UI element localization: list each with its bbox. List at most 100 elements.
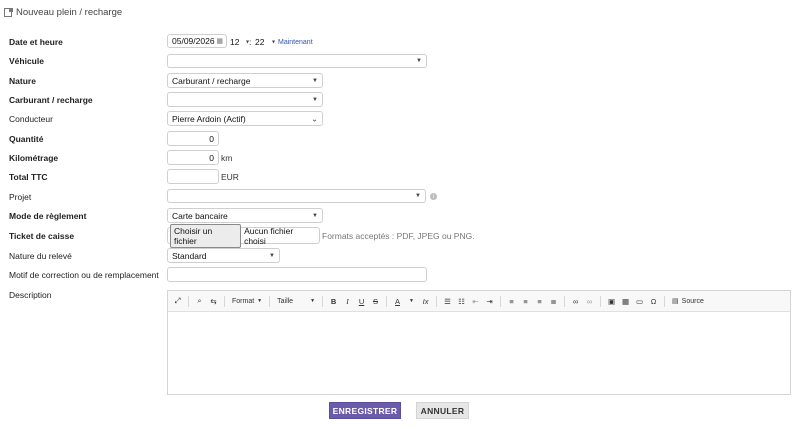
reglement-value: Carte bancaire [172,210,228,221]
total-input[interactable] [167,169,219,184]
chevron-down-icon: ▼ [312,77,318,84]
label-date: Date et heure [9,37,63,47]
conducteur-value: Pierre Ardoin (Actif) [172,113,246,124]
nature-releve-select[interactable]: Standard ▼ [167,248,280,263]
source-label: Source [681,297,704,305]
chevron-down-icon: ▾ [271,39,275,45]
label-ticket: Ticket de caisse [9,231,75,241]
size-label: Taille [277,297,294,305]
toolbar-separator [436,295,438,307]
source-button[interactable]: ▤ Source [670,295,706,307]
strike-icon[interactable]: S [370,295,381,307]
chevron-down-icon: ▼ [312,96,318,103]
save-button[interactable]: ENREGISTRER [329,402,401,419]
table-icon[interactable]: ▦ [620,295,631,307]
source-icon: ▤ [672,298,679,305]
image-icon[interactable]: ▣ [606,295,617,307]
toolbar-separator [188,295,189,307]
maximize-icon[interactable]: ⤢ [172,295,183,307]
page-header: Nouveau plein / recharge [4,6,122,18]
label-conducteur: Conducteur [9,114,53,124]
numbered-list-icon[interactable]: ☰ [442,295,453,307]
replace-icon[interactable]: ⇆ [208,295,219,307]
label-nature-releve: Nature du relevé [9,251,72,261]
justify-icon[interactable]: ≣ [548,295,559,307]
km-unit: km [221,153,233,163]
label-total: Total TTC [9,172,48,182]
projet-select[interactable]: ▼ [167,189,426,203]
toolbar-separator [664,295,666,307]
minute-value: 22 [255,36,265,47]
find-icon[interactable]: ⌕ [194,295,205,307]
nature-select[interactable]: Carburant / recharge ▼ [167,73,323,88]
label-carburant: Carburant / recharge [9,95,93,105]
editor-content[interactable] [168,312,790,396]
toolbar-separator [224,295,225,307]
date-value: 05/09/2026 [172,36,215,46]
hour-select[interactable]: 12 ▾ [228,35,249,48]
toolbar-separator [322,295,324,307]
bulleted-list-icon[interactable]: ☷ [456,295,467,307]
file-status: Aucun fichier choisi [244,225,294,246]
quantite-input[interactable]: 0 [167,131,219,146]
chevron-down-icon: ▼ [415,193,421,199]
label-description: Description [9,290,52,300]
description-editor[interactable]: ⤢ ⌕ ⇆ Format ▼ Taille ▼ B I U S A ▼ Ix ☰ ☷… [167,290,791,395]
label-motif: Motif de correction ou de remplacement [9,270,159,280]
caret-icon: ▼ [257,298,263,304]
date-input[interactable]: 05/09/2026 ▦ [167,34,227,48]
italic-icon[interactable]: I [342,295,353,307]
file-input[interactable]: Choisir un fichier Aucun fichier choisi [167,223,320,248]
page-title: Nouveau plein / recharge [16,6,123,18]
time-separator: : [249,37,252,47]
link-icon[interactable]: ∞ [570,295,581,307]
text-color-icon[interactable]: A [392,295,403,307]
nature-releve-value: Standard [172,250,207,261]
label-nature: Nature [9,76,36,86]
choose-file-button[interactable]: Choisir un fichier [170,223,242,248]
indent-icon[interactable]: ⇥ [484,295,495,307]
eur-unit: EUR [221,172,239,182]
remove-format-icon[interactable]: Ix [420,295,431,307]
toolbar-separator [564,295,566,307]
toolbar-separator [386,295,388,307]
chevron-down-icon: ▼ [269,252,275,259]
chevron-down-icon: ▼ [312,212,318,219]
minute-select[interactable]: 22 ▾ [253,35,275,48]
align-center-icon[interactable]: ≡ [520,295,531,307]
unlink-icon[interactable]: ∞ [584,295,595,307]
info-icon[interactable]: i [430,193,437,200]
vehicule-select[interactable]: ▼ [167,54,427,68]
format-label: Format [232,297,255,305]
now-link[interactable]: Maintenant [278,39,313,46]
document-icon [4,7,13,17]
bold-icon[interactable]: B [328,295,339,307]
caret-icon: ▼ [409,298,414,304]
kilometrage-input[interactable]: 0 [167,150,219,165]
format-dropdown[interactable]: Format ▼ [230,295,264,307]
label-vehicule: Véhicule [9,56,44,66]
motif-input[interactable] [167,267,427,282]
editor-toolbar: ⤢ ⌕ ⇆ Format ▼ Taille ▼ B I U S A ▼ Ix ☰ ☷… [168,291,790,312]
calendar-icon[interactable]: ▦ [216,37,223,45]
align-right-icon[interactable]: ≡ [534,295,545,307]
carburant-select[interactable]: ▼ [167,92,323,107]
label-reglement: Mode de règlement [9,211,87,221]
special-char-icon[interactable]: Ω [648,295,659,307]
chevron-down-icon: ▼ [416,58,422,64]
hour-value: 12 [230,36,240,47]
caret-icon: ▼ [310,298,316,304]
conducteur-select[interactable]: Pierre Ardoin (Actif) ⌄ [167,111,323,126]
horizontal-rule-icon[interactable]: ▭ [634,295,645,307]
cancel-button[interactable]: ANNULER [416,402,469,419]
align-left-icon[interactable]: ≡ [506,295,517,307]
chevron-down-icon: ⌄ [311,114,318,123]
toolbar-separator [500,295,502,307]
underline-icon[interactable]: U [356,295,367,307]
label-kilometrage: Kilométrage [9,153,59,163]
file-hint: Formats acceptés : PDF, JPEG ou PNG. [322,231,475,241]
outdent-icon[interactable]: ⇤ [470,295,481,307]
nature-value: Carburant / recharge [172,75,251,86]
size-dropdown[interactable]: Taille ▼ [275,295,317,307]
reglement-select[interactable]: Carte bancaire ▼ [167,208,323,223]
